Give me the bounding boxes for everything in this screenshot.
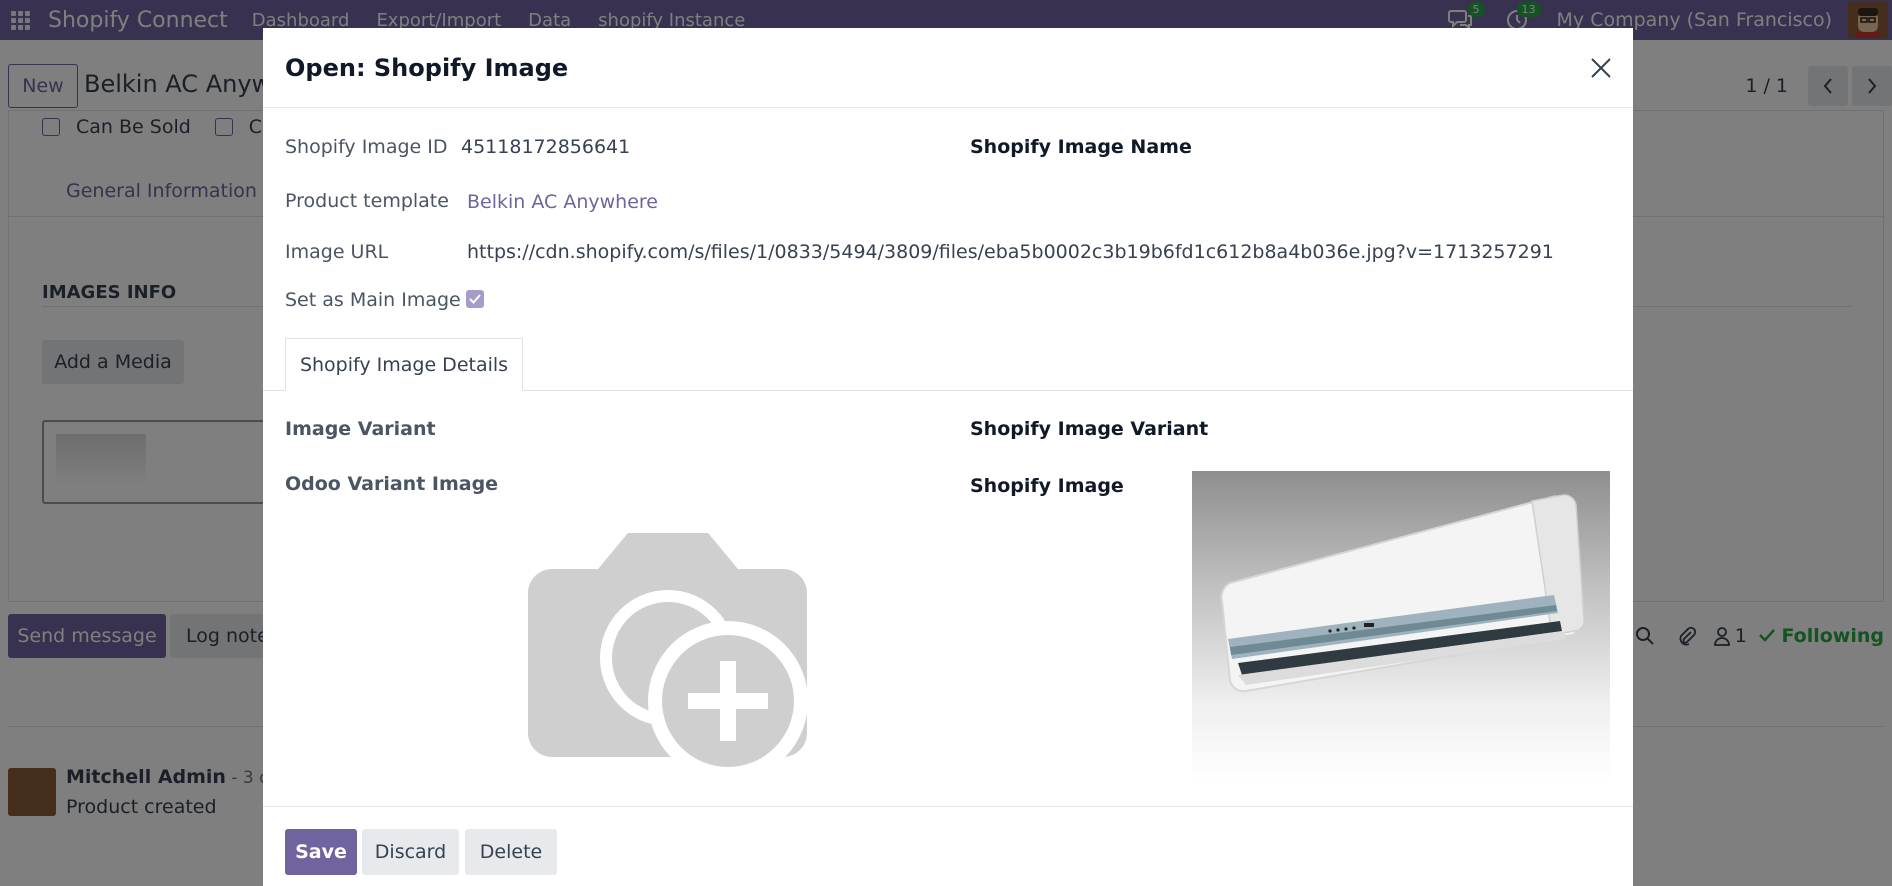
- close-icon: [1591, 58, 1611, 78]
- dialog-title: Open: Shopify Image: [285, 54, 569, 82]
- shopify-image-label: Shopify Image: [970, 475, 1124, 497]
- checkmark-icon: [469, 294, 481, 304]
- tab-shopify-image-details[interactable]: Shopify Image Details: [285, 338, 523, 391]
- product-template-label: Product template: [285, 190, 449, 212]
- close-button[interactable]: [1583, 50, 1619, 86]
- shopify-image-name-label: Shopify Image Name: [970, 136, 1192, 158]
- odoo-variant-image-placeholder[interactable]: [528, 533, 813, 783]
- camera-add-icon: [528, 533, 808, 781]
- image-url-value[interactable]: https://cdn.shopify.com/s/files/1/0833/5…: [467, 241, 1554, 263]
- delete-button[interactable]: Delete: [465, 829, 557, 875]
- tab-shopify-image-details-label: Shopify Image Details: [299, 353, 509, 376]
- shopify-image-preview[interactable]: [1192, 471, 1610, 781]
- dialog-footer-divider: [263, 806, 1633, 807]
- set-as-main-image-label: Set as Main Image: [285, 289, 461, 311]
- shopify-image-variant-label: Shopify Image Variant: [970, 418, 1209, 440]
- shopify-image-id-value[interactable]: 45118172856641: [461, 136, 630, 158]
- shopify-image-dialog: Open: Shopify Image Shopify Image ID 451…: [263, 28, 1633, 886]
- air-conditioner-image: [1220, 494, 1585, 693]
- image-url-label: Image URL: [285, 241, 389, 263]
- save-button[interactable]: Save: [285, 829, 357, 875]
- odoo-variant-image-label: Odoo Variant Image: [285, 473, 499, 495]
- product-template-link[interactable]: Belkin AC Anywhere: [467, 191, 658, 213]
- image-variant-label: Image Variant: [285, 418, 436, 440]
- set-as-main-image-checkbox[interactable]: [466, 290, 484, 308]
- dialog-header: Open: Shopify Image: [263, 28, 1633, 108]
- shopify-image-id-label: Shopify Image ID: [285, 136, 448, 158]
- discard-button[interactable]: Discard: [362, 829, 459, 875]
